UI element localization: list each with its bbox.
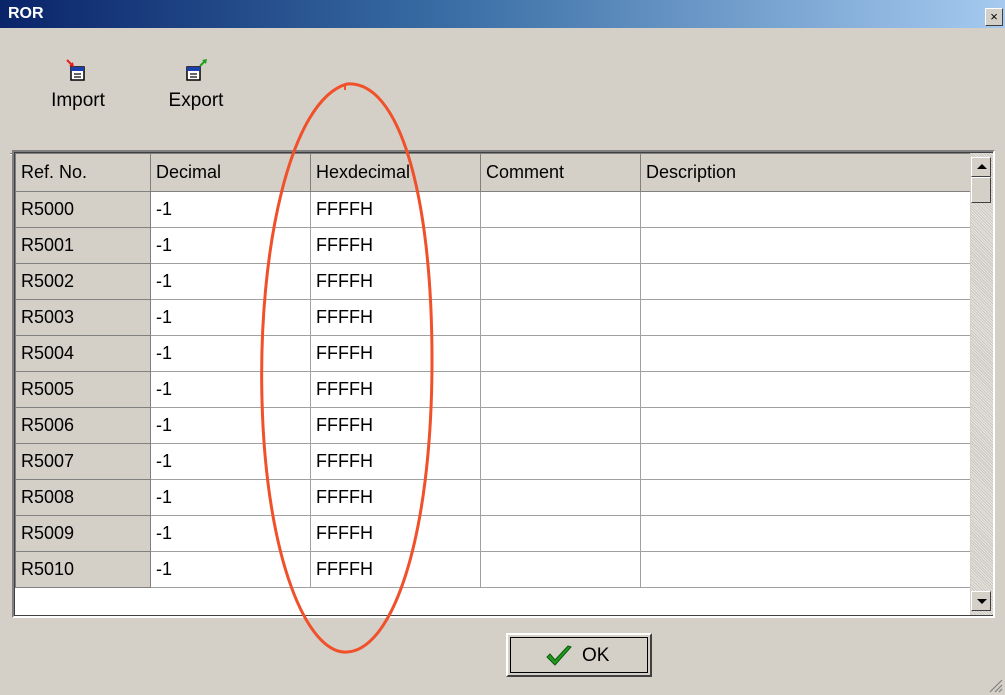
comment-cell[interactable] — [480, 479, 641, 516]
col-header-decimal[interactable]: Decimal — [150, 153, 311, 192]
description-cell[interactable] — [640, 479, 979, 516]
ref-cell[interactable]: R5006 — [15, 407, 151, 444]
description-cell[interactable] — [640, 335, 979, 372]
ref-cell[interactable]: R5000 — [15, 191, 151, 228]
decimal-cell[interactable]: -1 — [150, 191, 311, 228]
table-row[interactable]: R5010 -1 FFFFH — [15, 551, 979, 588]
comment-cell[interactable] — [480, 407, 641, 444]
ok-label: OK — [582, 645, 610, 666]
title-bar[interactable]: ROR × — [0, 0, 1005, 28]
table-row[interactable]: R5006 -1 FFFFH — [15, 407, 979, 444]
ref-cell[interactable]: R5010 — [15, 551, 151, 588]
table-row[interactable]: R5001 -1 FFFFH — [15, 227, 979, 264]
scroll-thumb[interactable] — [971, 177, 991, 203]
table-row[interactable]: R5003 -1 FFFFH — [15, 299, 979, 336]
export-button[interactable]: Export — [146, 56, 246, 116]
hex-cell[interactable]: FFFFH — [310, 443, 481, 480]
description-cell[interactable] — [640, 371, 979, 408]
description-cell[interactable] — [640, 551, 979, 588]
decimal-cell[interactable]: -1 — [150, 227, 311, 264]
import-icon — [66, 59, 85, 81]
description-cell[interactable] — [640, 299, 979, 336]
register-grid[interactable]: Ref. No. Decimal Hexdecimal Comment Desc… — [12, 150, 995, 618]
hex-cell[interactable]: FFFFH — [310, 227, 481, 264]
vertical-scrollbar[interactable] — [970, 153, 993, 615]
comment-cell[interactable] — [480, 515, 641, 552]
hex-cell[interactable]: FFFFH — [310, 479, 481, 516]
col-header-comment[interactable]: Comment — [480, 153, 641, 192]
hex-cell[interactable]: FFFFH — [310, 551, 481, 588]
decimal-cell[interactable]: -1 — [150, 371, 311, 408]
scroll-down-button[interactable] — [971, 591, 991, 611]
description-cell[interactable] — [640, 263, 979, 300]
decimal-cell[interactable]: -1 — [150, 299, 311, 336]
ref-cell[interactable]: R5004 — [15, 335, 151, 372]
description-cell[interactable] — [640, 443, 979, 480]
decimal-cell[interactable]: -1 — [150, 335, 311, 372]
close-button[interactable]: × — [985, 8, 1003, 26]
hex-cell[interactable]: FFFFH — [310, 299, 481, 336]
description-cell[interactable] — [640, 407, 979, 444]
table-row[interactable]: R5002 -1 FFFFH — [15, 263, 979, 300]
ref-cell[interactable]: R5001 — [15, 227, 151, 264]
decimal-cell[interactable]: -1 — [150, 407, 311, 444]
close-icon: × — [990, 9, 998, 24]
hex-cell[interactable]: FFFFH — [310, 191, 481, 228]
arrow-down-icon — [977, 599, 987, 604]
col-header-description[interactable]: Description — [640, 153, 979, 192]
hex-cell[interactable]: FFFFH — [310, 371, 481, 408]
import-button[interactable]: Import — [28, 56, 128, 116]
comment-cell[interactable] — [480, 263, 641, 300]
decimal-cell[interactable]: -1 — [150, 479, 311, 516]
description-cell[interactable] — [640, 227, 979, 264]
decimal-cell[interactable]: -1 — [150, 443, 311, 480]
window-title: ROR — [8, 5, 44, 22]
comment-cell[interactable] — [480, 371, 641, 408]
description-cell[interactable] — [640, 515, 979, 552]
decimal-cell[interactable]: -1 — [150, 551, 311, 588]
comment-cell[interactable] — [480, 227, 641, 264]
hex-cell[interactable]: FFFFH — [310, 515, 481, 552]
grid-table: Ref. No. Decimal Hexdecimal Comment Desc… — [15, 153, 979, 588]
ref-cell[interactable]: R5005 — [15, 371, 151, 408]
arrow-up-icon — [977, 164, 987, 169]
hex-cell[interactable]: FFFFH — [310, 335, 481, 372]
hex-cell[interactable]: FFFFH — [310, 407, 481, 444]
ref-cell[interactable]: R5007 — [15, 443, 151, 480]
toolbar: Import Export — [0, 28, 1005, 155]
ref-cell[interactable]: R5002 — [15, 263, 151, 300]
comment-cell[interactable] — [480, 551, 641, 588]
comment-cell[interactable] — [480, 443, 641, 480]
ref-cell[interactable]: R5009 — [15, 515, 151, 552]
table-row[interactable]: R5007 -1 FFFFH — [15, 443, 979, 480]
hex-cell[interactable]: FFFFH — [310, 263, 481, 300]
comment-cell[interactable] — [480, 191, 641, 228]
checkmark-icon — [546, 645, 572, 666]
table-row[interactable]: R5004 -1 FFFFH — [15, 335, 979, 372]
col-header-hex[interactable]: Hexdecimal — [310, 153, 481, 192]
description-cell[interactable] — [640, 191, 979, 228]
table-row[interactable]: R5000 -1 FFFFH — [15, 191, 979, 228]
col-header-ref[interactable]: Ref. No. — [15, 153, 151, 192]
ref-cell[interactable]: R5003 — [15, 299, 151, 336]
resize-grip-icon[interactable] — [987, 677, 1003, 693]
export-label: Export — [168, 90, 224, 111]
ok-button[interactable]: OK — [506, 633, 652, 677]
import-label: Import — [51, 90, 105, 111]
table-row[interactable]: R5005 -1 FFFFH — [15, 371, 979, 408]
comment-cell[interactable] — [480, 335, 641, 372]
table-row[interactable]: R5008 -1 FFFFH — [15, 479, 979, 516]
ref-cell[interactable]: R5008 — [15, 479, 151, 516]
export-icon — [186, 59, 207, 81]
table-row[interactable]: R5009 -1 FFFFH — [15, 515, 979, 552]
decimal-cell[interactable]: -1 — [150, 515, 311, 552]
comment-cell[interactable] — [480, 299, 641, 336]
grid-header-row: Ref. No. Decimal Hexdecimal Comment Desc… — [15, 153, 979, 192]
scroll-up-button[interactable] — [971, 157, 991, 177]
decimal-cell[interactable]: -1 — [150, 263, 311, 300]
